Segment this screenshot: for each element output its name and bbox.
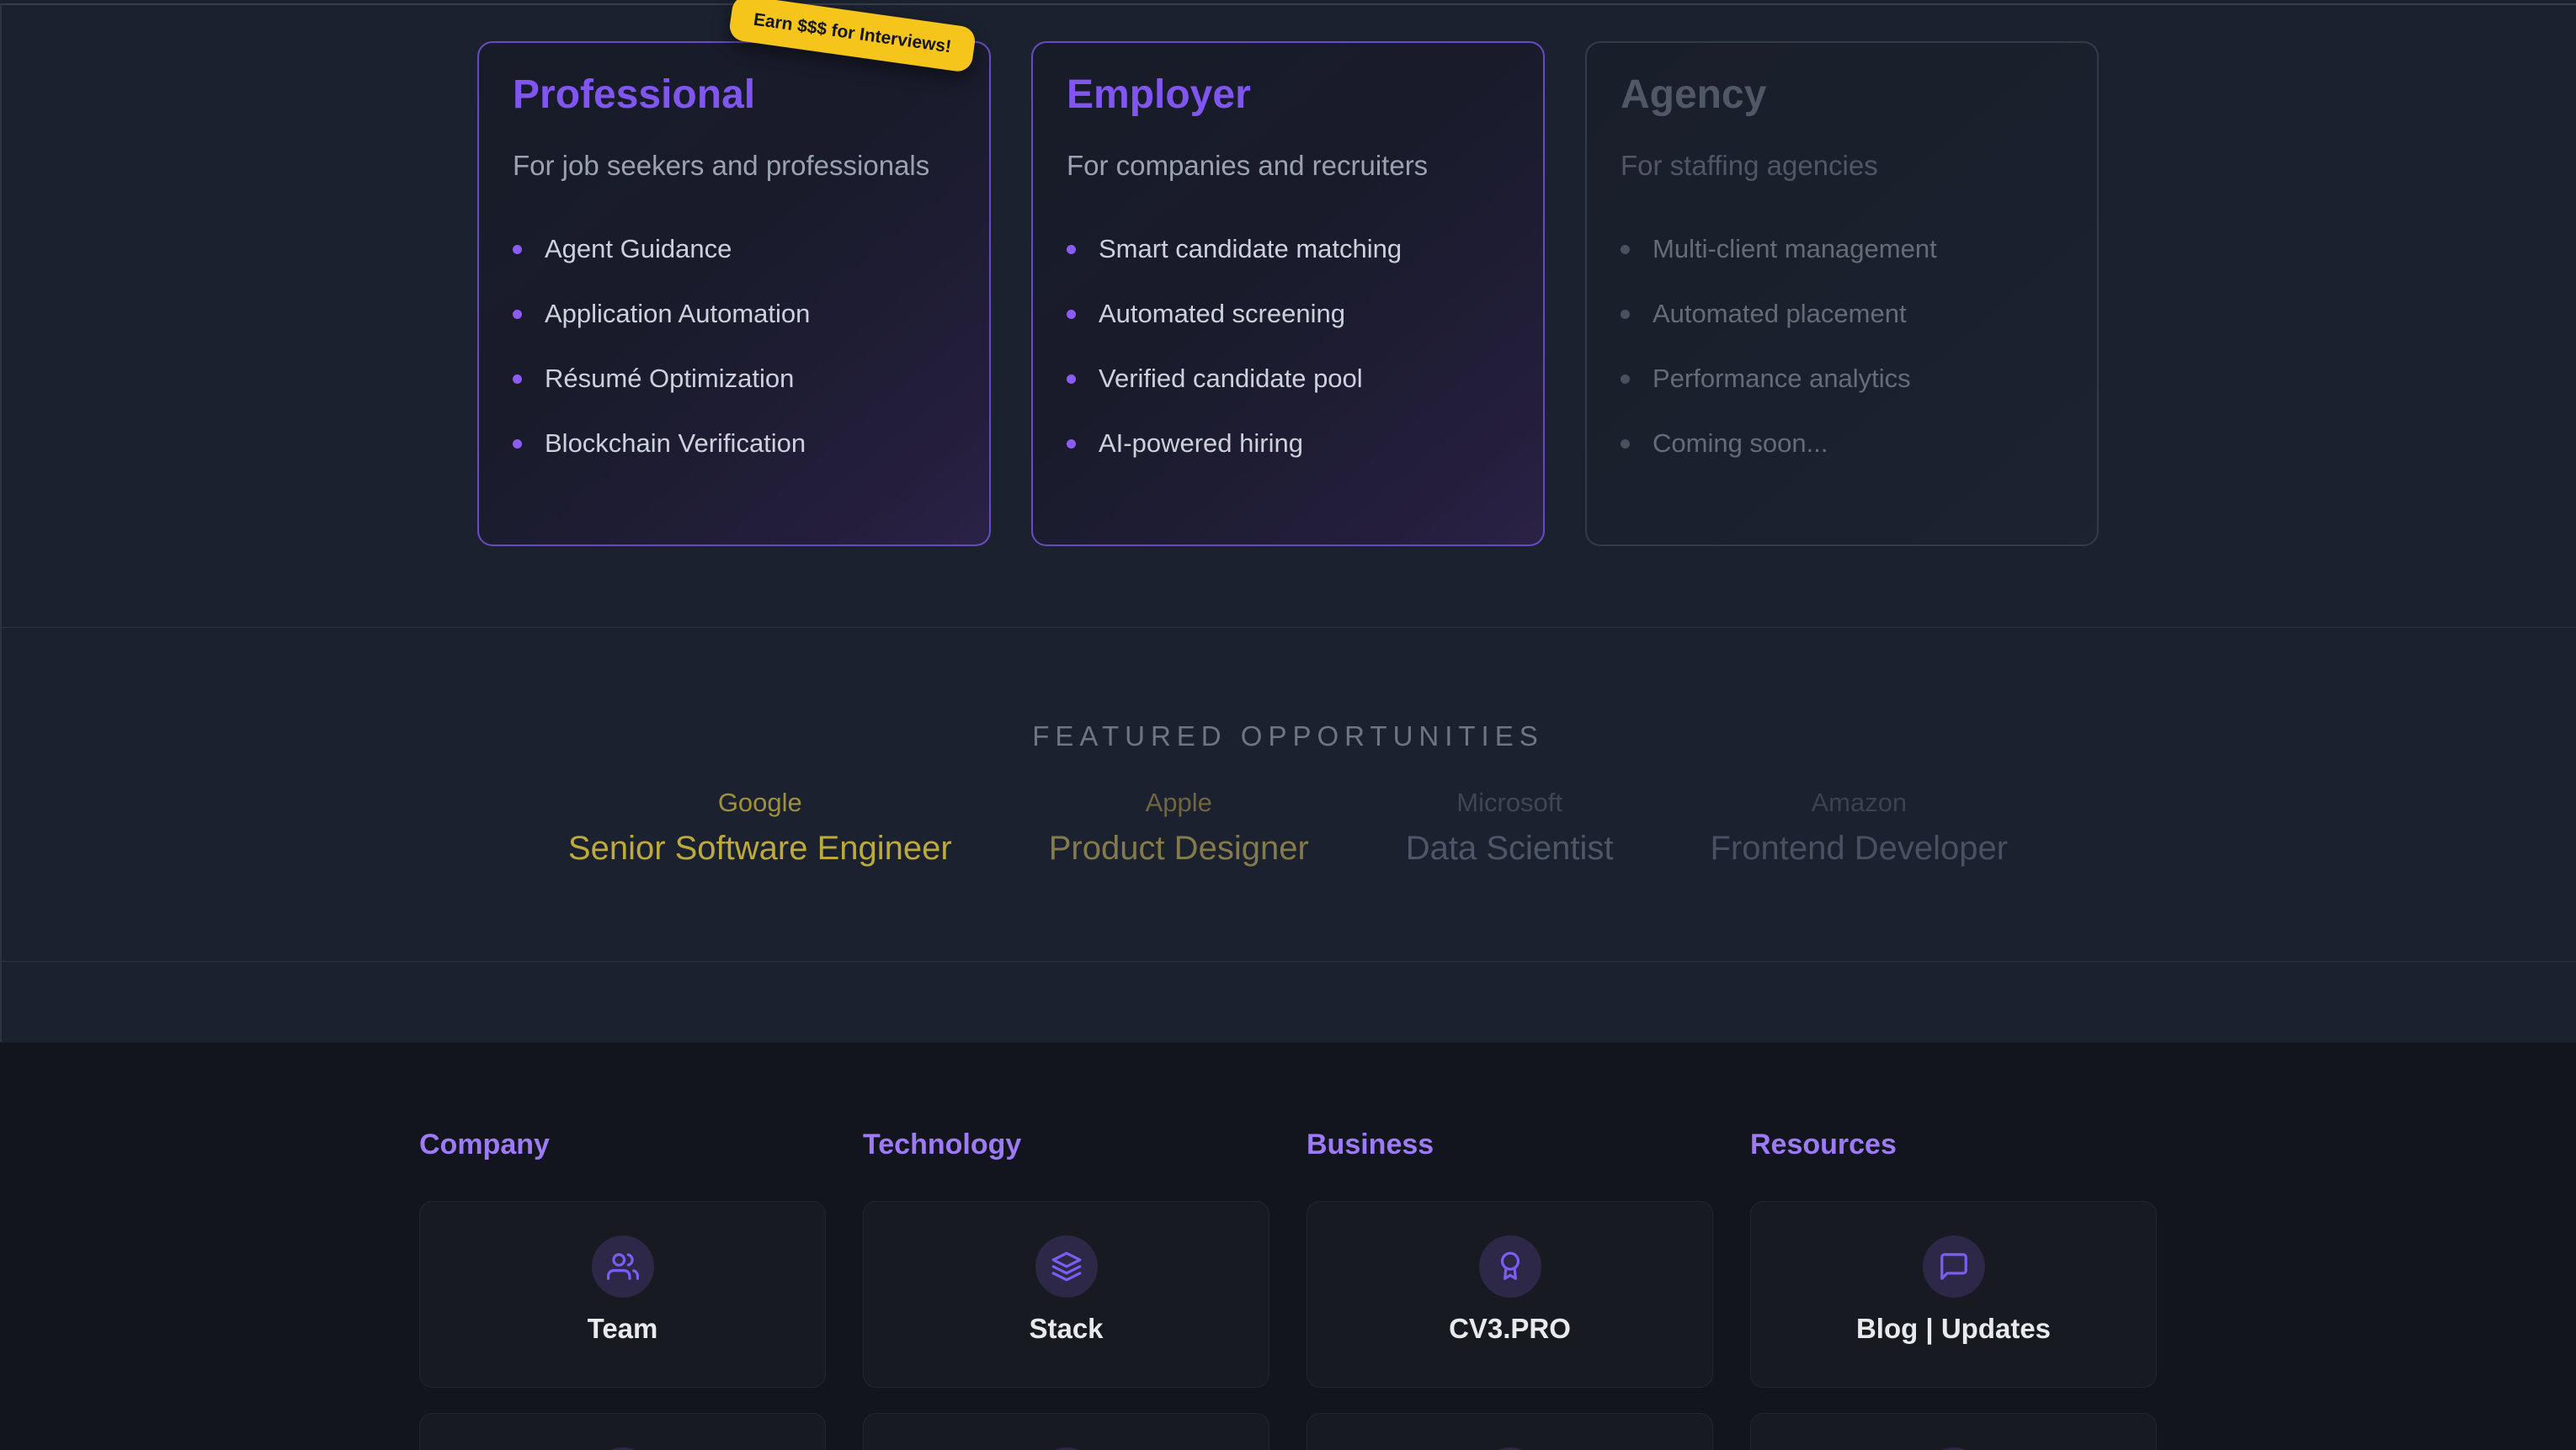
bullet-dot-icon	[513, 439, 522, 449]
plan-description: For companies and recruiters	[1067, 150, 1509, 182]
feature-label: Résumé Optimization	[545, 364, 794, 394]
job-item-google[interactable]: Google Senior Software Engineer	[568, 788, 952, 868]
award-icon	[1479, 1235, 1541, 1298]
footer-card-partial[interactable]	[1307, 1413, 1713, 1450]
footer: Company Team Technology Stack	[0, 1043, 2576, 1450]
feature-label: Agent Guidance	[545, 234, 732, 264]
footer-heading: Technology	[863, 1129, 1269, 1161]
pricing-section: Earn $$$ for Interviews! Professional Fo…	[0, 0, 2576, 627]
bullet-dot-icon	[1067, 310, 1076, 319]
footer-heading: Business	[1307, 1129, 1713, 1161]
feature-item: Agent Guidance	[513, 234, 955, 264]
feature-item: Résumé Optimization	[513, 364, 955, 394]
bullet-dot-icon	[1621, 245, 1630, 254]
featured-opportunities-section: FEATURED OPPORTUNITIES Google Senior Sof…	[0, 628, 2576, 961]
footer-column-company: Company Team	[419, 1129, 826, 1450]
job-role: Product Designer	[1049, 830, 1309, 868]
feature-label: AI-powered hiring	[1099, 428, 1303, 459]
plan-card-professional[interactable]: Earn $$$ for Interviews! Professional Fo…	[477, 41, 991, 546]
bullet-dot-icon	[513, 310, 522, 319]
feature-item: Verified candidate pool	[1067, 364, 1509, 394]
job-company: Microsoft	[1406, 788, 1614, 818]
footer-card-label: Team	[588, 1313, 658, 1345]
footer-card-cv3pro[interactable]: CV3.PRO	[1307, 1201, 1713, 1388]
footer-column-resources: Resources Blog | Updates	[1750, 1129, 2157, 1450]
feature-item: Multi-client management	[1621, 234, 2063, 264]
plan-description: For job seekers and professionals	[513, 150, 955, 182]
bullet-dot-icon	[1067, 245, 1076, 254]
bullet-dot-icon	[1067, 374, 1076, 384]
chat-bubble-icon	[1923, 1235, 1985, 1298]
plan-cards-row: Earn $$$ for Interviews! Professional Fo…	[477, 41, 2099, 546]
job-role: Senior Software Engineer	[568, 830, 952, 868]
footer-card-team[interactable]: Team	[419, 1201, 826, 1388]
plan-card-employer[interactable]: Employer For companies and recruiters Sm…	[1031, 41, 1545, 546]
plan-feature-list: Multi-client management Automated placem…	[1621, 234, 2063, 459]
layers-icon	[1035, 1235, 1098, 1298]
feature-item: Blockchain Verification	[513, 428, 955, 459]
plan-description: For staffing agencies	[1621, 150, 2063, 182]
plan-feature-list: Smart candidate matching Automated scree…	[1067, 234, 1509, 459]
footer-column-technology: Technology Stack	[863, 1129, 1269, 1450]
job-item-microsoft[interactable]: Microsoft Data Scientist	[1406, 788, 1614, 868]
bullet-dot-icon	[513, 374, 522, 384]
bullet-dot-icon	[1067, 439, 1076, 449]
footer-card-stack[interactable]: Stack	[863, 1201, 1269, 1388]
job-company: Apple	[1049, 788, 1309, 818]
feature-label: Blockchain Verification	[545, 428, 806, 459]
plan-card-agency: Agency For staffing agencies Multi-clien…	[1585, 41, 2099, 546]
plan-feature-list: Agent Guidance Application Automation Ré…	[513, 234, 955, 459]
footer-column-business: Business CV3.PRO	[1307, 1129, 1713, 1450]
footer-card-partial[interactable]	[419, 1413, 826, 1450]
footer-card-label: Stack	[1029, 1313, 1103, 1345]
job-company: Google	[568, 788, 952, 818]
feature-item: Automated placement	[1621, 299, 2063, 329]
footer-card-label: Blog | Updates	[1856, 1313, 2051, 1345]
bullet-dot-icon	[1621, 439, 1630, 449]
feature-label: Multi-client management	[1653, 234, 1937, 264]
feature-item: AI-powered hiring	[1067, 428, 1509, 459]
bullet-dot-icon	[1621, 374, 1630, 384]
footer-card-label: CV3.PRO	[1449, 1313, 1571, 1345]
plan-title: Employer	[1067, 72, 1509, 118]
users-icon	[592, 1235, 654, 1298]
footer-card-blog[interactable]: Blog | Updates	[1750, 1201, 2157, 1388]
footer-card-partial[interactable]	[1750, 1413, 2157, 1450]
job-company: Amazon	[1711, 788, 2009, 818]
feature-item: Smart candidate matching	[1067, 234, 1509, 264]
feature-label: Application Automation	[545, 299, 810, 329]
feature-item: Performance analytics	[1621, 364, 2063, 394]
feature-item: Coming soon...	[1621, 428, 2063, 459]
featured-jobs-row: Google Senior Software Engineer Apple Pr…	[0, 788, 2576, 868]
feature-label: Automated screening	[1099, 299, 1345, 329]
feature-item: Application Automation	[513, 299, 955, 329]
bullet-dot-icon	[513, 245, 522, 254]
feature-item: Automated screening	[1067, 299, 1509, 329]
featured-title: FEATURED OPPORTUNITIES	[0, 720, 2576, 752]
footer-grid: Company Team Technology Stack	[419, 1129, 2157, 1450]
footer-heading: Company	[419, 1129, 826, 1161]
feature-label: Coming soon...	[1653, 428, 1828, 459]
feature-label: Performance analytics	[1653, 364, 1911, 394]
feature-label: Verified candidate pool	[1099, 364, 1363, 394]
feature-label: Automated placement	[1653, 299, 1907, 329]
plan-title: Agency	[1621, 72, 2063, 118]
plan-title: Professional	[513, 72, 955, 118]
earn-badge: Earn $$$ for Interviews!	[728, 0, 977, 73]
top-divider	[0, 3, 2576, 5]
job-item-apple[interactable]: Apple Product Designer	[1049, 788, 1309, 868]
footer-card-partial[interactable]	[863, 1413, 1269, 1450]
feature-label: Smart candidate matching	[1099, 234, 1402, 264]
job-role: Data Scientist	[1406, 830, 1614, 868]
job-item-amazon[interactable]: Amazon Frontend Developer	[1711, 788, 2009, 868]
footer-heading: Resources	[1750, 1129, 2157, 1161]
spacer-strip	[0, 962, 2576, 1043]
job-role: Frontend Developer	[1711, 830, 2009, 868]
page: Earn $$$ for Interviews! Professional Fo…	[0, 0, 2576, 1450]
bullet-dot-icon	[1621, 310, 1630, 319]
left-section-border	[0, 3, 2, 1042]
